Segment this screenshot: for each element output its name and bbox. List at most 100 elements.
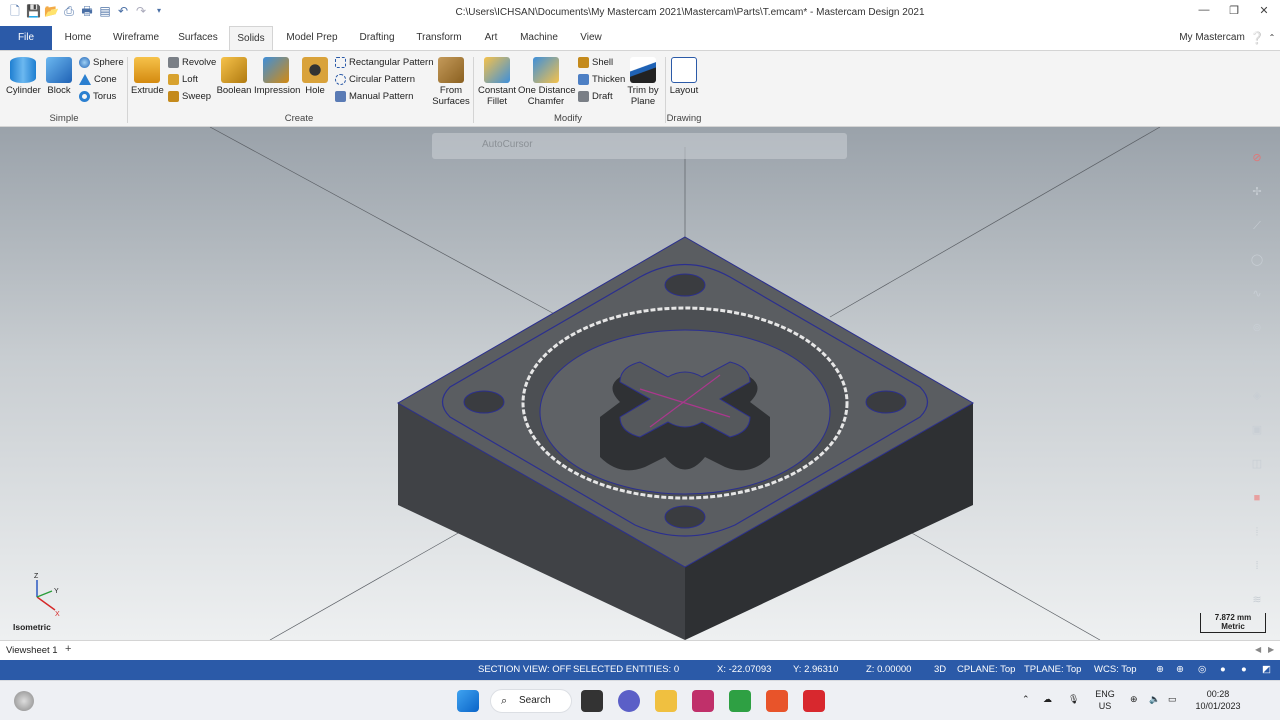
autocursor-toolbar[interactable]: AutoCursor [432, 133, 847, 159]
no-entry-icon[interactable]: ⊘ [1248, 149, 1266, 167]
taskbar-search[interactable]: ⌕ Search [490, 689, 572, 713]
cplane-status[interactable]: CPLANE: Top [957, 664, 1015, 675]
manual-pattern-button[interactable]: Manual Pattern [335, 91, 413, 102]
layout-button[interactable]: Layout [668, 57, 700, 96]
chat-icon[interactable] [618, 690, 640, 712]
from-surfaces-button[interactable]: From Surfaces [432, 57, 470, 107]
mask-arc-icon[interactable]: ◯ [1248, 251, 1266, 269]
my-mastercam-link[interactable]: My Mastercam [1176, 26, 1248, 50]
mask-dimension-icon[interactable]: ⊢ [1248, 353, 1266, 371]
tab-transform[interactable]: Transform [412, 26, 466, 50]
circular-pattern-button[interactable]: Circular Pattern [335, 74, 415, 85]
file-explorer-icon[interactable] [655, 690, 677, 712]
task-view-icon[interactable] [581, 690, 603, 712]
graphics-viewport[interactable]: Z Y X AutoCursor ⊘ ✢ ⟋ ◯ ∿ ⊚ ⊢ ◈ ▣ ◫ ■ ⦙… [0, 127, 1280, 640]
sweep-button[interactable]: Sweep [168, 91, 211, 102]
start-button-icon[interactable] [457, 690, 479, 712]
maximize-button[interactable]: ❐ [1219, 4, 1249, 17]
shell-button[interactable]: Shell [578, 57, 613, 68]
widgets-icon[interactable] [14, 691, 34, 711]
one-distance-chamfer-button[interactable]: One Distance Chamfer [518, 57, 576, 107]
battery-icon[interactable]: ▭ [1168, 693, 1177, 705]
scroll-right-icon[interactable]: ▶ [1268, 645, 1274, 654]
extrude-button[interactable]: Extrude [131, 57, 164, 96]
mode-3d-toggle[interactable]: 3D [934, 664, 946, 675]
cylinder-button[interactable]: Cylinder [6, 57, 41, 96]
group-label-drawing: Drawing [666, 113, 702, 124]
selected-entities-status[interactable]: SELECTED ENTITIES: 0 [573, 664, 679, 675]
mask-color-icon[interactable]: ◈ [1248, 387, 1266, 405]
tab-model-prep[interactable]: Model Prep [281, 26, 343, 50]
tab-file[interactable]: File [0, 26, 52, 50]
viewsheet-tab[interactable]: Viewsheet 1 [6, 645, 58, 656]
impression-button[interactable]: Impression [254, 57, 300, 96]
shading-icon[interactable]: ◎ [1198, 664, 1206, 675]
close-button[interactable]: ✕ [1249, 4, 1279, 17]
mask-red-icon[interactable]: ■ [1248, 489, 1266, 507]
tab-view[interactable]: View [574, 26, 608, 50]
orange-app-icon[interactable] [766, 690, 788, 712]
tab-home[interactable]: Home [57, 26, 99, 50]
view-globe-icon[interactable]: ⊕ [1156, 664, 1164, 675]
clock[interactable]: 00:28 10/01/2023 [1192, 688, 1244, 712]
mask-layers-icon[interactable]: ≋ [1248, 591, 1266, 609]
torus-button[interactable]: Torus [79, 91, 116, 102]
y-coordinate[interactable]: Y: 2.96310 [793, 664, 838, 675]
mask-group-icon[interactable]: ⁞ [1248, 557, 1266, 575]
status-bar: SECTION VIEW: OFF SELECTED ENTITIES: 0 X… [0, 660, 1280, 680]
mastercam-taskbar-icon[interactable] [803, 690, 825, 712]
draft-button[interactable]: Draft [578, 91, 613, 102]
thicken-button[interactable]: Thicken [578, 74, 625, 85]
tab-surfaces[interactable]: Surfaces [173, 26, 223, 50]
tab-art[interactable]: Art [478, 26, 504, 50]
mask-level-icon[interactable]: ⦙ [1248, 523, 1266, 541]
mask-line-icon[interactable]: ⟋ [1248, 217, 1266, 235]
mask-spline-icon[interactable]: ∿ [1248, 285, 1266, 303]
volume-icon[interactable]: 🔈 [1149, 693, 1160, 705]
tplane-status[interactable]: TPLANE: Top [1024, 664, 1081, 675]
loft-button[interactable]: Loft [168, 74, 198, 85]
chamfer-icon [533, 57, 559, 83]
z-coordinate[interactable]: Z: 0.00000 [866, 664, 911, 675]
constant-fillet-button[interactable]: Constant Fillet [477, 57, 517, 107]
tab-machine[interactable]: Machine [514, 26, 564, 50]
tab-drafting[interactable]: Drafting [352, 26, 402, 50]
wcs-status[interactable]: WCS: Top [1094, 664, 1137, 675]
minimize-button[interactable]: — [1189, 4, 1219, 16]
ribbon-tabs: File Home Wireframe Surfaces Solids Mode… [0, 26, 1280, 50]
cone-button[interactable]: Cone [79, 74, 117, 85]
material-icon[interactable]: ● [1241, 664, 1247, 675]
world-icon[interactable]: ⊕ [1176, 664, 1184, 675]
trim-by-plane-button[interactable]: Trim by Plane [626, 57, 660, 107]
collapse-ribbon-icon[interactable]: ⌃ [1266, 26, 1278, 50]
scroll-left-icon[interactable]: ◀ [1255, 645, 1261, 654]
tray-chevron-icon[interactable]: ⌃ [1022, 693, 1030, 705]
revolve-button[interactable]: Revolve [168, 57, 216, 68]
block-button[interactable]: Block [44, 57, 74, 96]
mask-surface-icon[interactable]: ⊚ [1248, 319, 1266, 337]
microphone-icon[interactable]: 🎙 [1068, 693, 1079, 705]
help-icon[interactable]: ❔ [1249, 26, 1265, 50]
rectangular-pattern-button[interactable]: Rectangular Pattern [335, 57, 434, 68]
mask-mesh-icon[interactable]: ◫ [1248, 455, 1266, 473]
sphere-button[interactable]: Sphere [79, 57, 124, 68]
onedrive-icon[interactable]: ☁ [1043, 693, 1052, 705]
mask-solid-icon[interactable]: ▣ [1248, 421, 1266, 439]
section-view-status[interactable]: SECTION VIEW: OFF [478, 664, 571, 675]
loft-icon [168, 74, 179, 85]
boolean-button[interactable]: Boolean [216, 57, 252, 96]
mask-point-icon[interactable]: ✢ [1248, 183, 1266, 201]
tab-solids[interactable]: Solids [229, 26, 273, 50]
green-app-icon[interactable] [729, 690, 751, 712]
translucency-icon[interactable]: ◩ [1262, 664, 1271, 675]
hole-button[interactable]: Hole [302, 57, 328, 96]
render-icon[interactable]: ● [1220, 664, 1226, 675]
language-indicator[interactable]: ENG US [1094, 688, 1116, 712]
tab-wireframe[interactable]: Wireframe [108, 26, 164, 50]
add-viewsheet-button[interactable]: + [65, 643, 71, 655]
autocursor-label[interactable]: AutoCursor [482, 139, 533, 150]
network-icon[interactable]: ⊕ [1130, 693, 1138, 705]
axis-gnomon [36, 580, 56, 611]
x-coordinate[interactable]: X: -22.07093 [717, 664, 771, 675]
pdf-app-icon[interactable] [692, 690, 714, 712]
